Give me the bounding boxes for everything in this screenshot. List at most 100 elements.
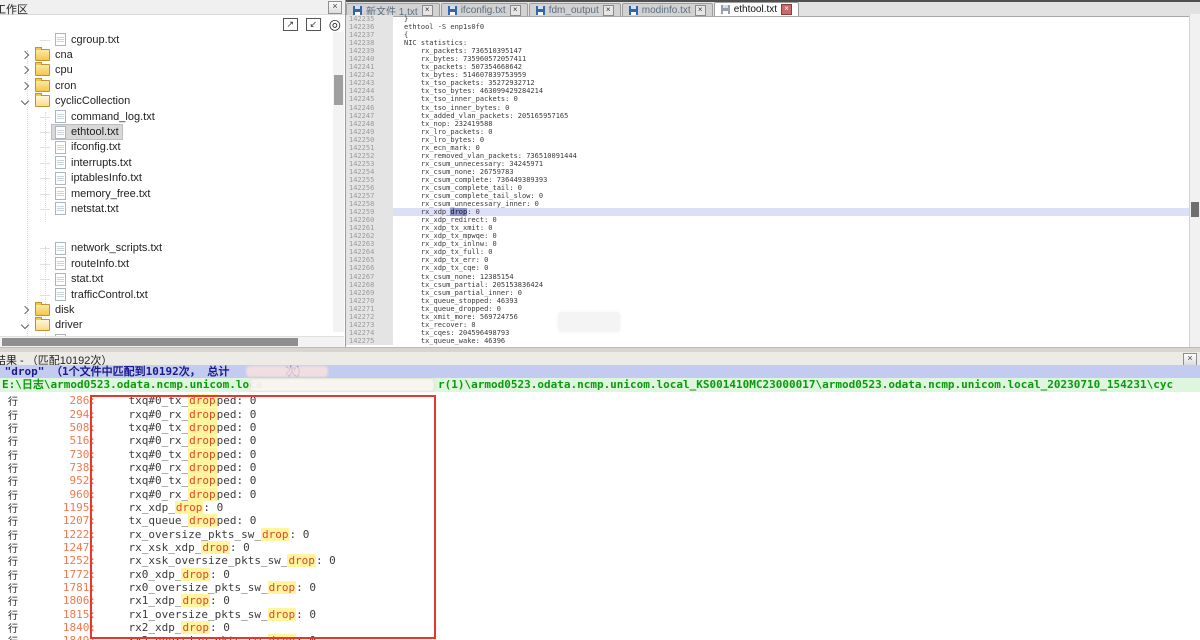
code-line[interactable]: 142243 tx_tso_packets: 35272932712 — [346, 79, 1190, 87]
code-line[interactable]: 142274 tx_cqes: 204596498793 — [346, 329, 1190, 337]
chevron-down-icon[interactable] — [21, 97, 29, 105]
tab-close-icon[interactable]: × — [603, 5, 614, 16]
tree-item-cpu[interactable]: cpu — [0, 63, 330, 78]
result-row-line-1840[interactable]: 行1840: rx2_xdp_drop: 0 — [0, 621, 1200, 634]
code-line[interactable]: 142255 rx_csum_complete: 736449389393 — [346, 176, 1190, 184]
tree-item-routeinfo-txt[interactable]: routeInfo.txt — [0, 256, 330, 271]
result-row-line-730[interactable]: 行730: txq#0_tx_dropped: 0 — [0, 447, 1200, 460]
code-line[interactable]: 142242 tx_bytes: 514607839753959 — [346, 71, 1190, 79]
workspace-close-icon[interactable]: × — [328, 1, 342, 14]
tree-item-ifconfig-txt[interactable]: ifconfig.txt — [0, 140, 330, 155]
result-row-line-1849[interactable]: 行1849: rx2_oversize_pkts_sw_drop: 0 — [0, 634, 1200, 640]
tree-item-memory-free-txt[interactable]: memory_free.txt — [0, 186, 330, 201]
code-line[interactable]: 142235} — [346, 15, 1190, 23]
tree-horizontal-scrollbar[interactable] — [0, 336, 344, 347]
chevron-down-icon[interactable] — [21, 321, 29, 329]
result-row-line-960[interactable]: 行960: rxq#0_rx_dropped: 0 — [0, 487, 1200, 500]
tree-item-command-log-txt[interactable]: command_log.txt — [0, 109, 330, 124]
code-line[interactable]: 142237{ — [346, 31, 1190, 39]
code-line[interactable]: 142246 tx_tso_inner_bytes: 0 — [346, 104, 1190, 112]
result-row-line-294[interactable]: 行294: rxq#0_rx_dropped: 0 — [0, 407, 1200, 420]
chevron-right-icon[interactable] — [21, 82, 29, 90]
code-line[interactable]: 142263 rx_xdp_tx_inlnw: 0 — [346, 240, 1190, 248]
code-line[interactable]: 142239 rx_packets: 736510395147 — [346, 47, 1190, 55]
tab-close-icon[interactable]: × — [781, 4, 792, 15]
result-row-line-516[interactable]: 行516: rxq#0_rx_dropped: 0 — [0, 434, 1200, 447]
code-line[interactable]: 142254 rx_csum_none: 26759783 — [346, 168, 1190, 176]
code-line[interactable]: 142241 tx_packets: 507354668642 — [346, 63, 1190, 71]
code-line[interactable]: 142271 tx_queue_dropped: 0 — [346, 305, 1190, 313]
code-line[interactable]: 142267 tx_csum_none: 12385154 — [346, 273, 1190, 281]
result-row-line-738[interactable]: 行738: rxq#0_rx_dropped: 0 — [0, 461, 1200, 474]
code-line[interactable]: 142250 rx_lro_bytes: 0 — [346, 136, 1190, 144]
chevron-right-icon[interactable] — [21, 51, 29, 59]
tree-item-cycliccollection[interactable]: cyclicCollection — [0, 94, 330, 109]
tree-item-disk[interactable]: disk — [0, 302, 330, 317]
editor-vertical-scrollbar-thumb[interactable] — [1191, 202, 1199, 217]
tree-item-trafficcontrol-txt[interactable]: trafficControl.txt — [0, 287, 330, 302]
code-editor[interactable]: 142235}142236ethtool -S enp1s0f0142237{1… — [346, 15, 1190, 347]
result-file-path-row[interactable]: E:\日志\armod0523.odata.ncmp.unicom.loca r… — [0, 378, 1200, 392]
expand-panel-icon[interactable]: ↗ — [283, 18, 298, 31]
code-line[interactable]: 142266 rx_xdp_tx_cqe: 0 — [346, 264, 1190, 272]
code-line[interactable]: 142244 tx_tso_bytes: 463099429284214 — [346, 87, 1190, 95]
code-line[interactable]: 142257 rx_csum_complete_tail_slow: 0 — [346, 192, 1190, 200]
code-line[interactable]: 142256 rx_csum_complete_tail: 0 — [346, 184, 1190, 192]
code-line[interactable]: 142259 rx_xdp_drop: 0 — [346, 208, 1190, 216]
tree-item-driver[interactable]: driver — [0, 318, 330, 333]
tree-item-stat-txt[interactable]: stat.txt — [0, 271, 330, 286]
search-summary-row[interactable]: 索 "drop" （1个文件中匹配到10192次， 总计次） — [0, 365, 1200, 378]
tree-item-network-scripts-txt[interactable]: network_scripts.txt — [0, 241, 330, 256]
code-line[interactable]: 142247 tx_added_vlan_packets: 2051659571… — [346, 112, 1190, 120]
collapse-panel-icon[interactable]: ↙ — [306, 18, 321, 31]
code-line[interactable]: 142273 tx_recover: 0 — [346, 321, 1190, 329]
tab-close-icon[interactable]: × — [422, 5, 433, 16]
code-line[interactable]: 142236ethtool -S enp1s0f0 — [346, 23, 1190, 31]
result-row-line-952[interactable]: 行952: txq#0_tx_dropped: 0 — [0, 474, 1200, 487]
chevron-right-icon[interactable] — [21, 66, 29, 74]
result-row-line-1247[interactable]: 行1247: rx_xsk_xdp_drop: 0 — [0, 541, 1200, 554]
tree-item-iptablesinfo-txt[interactable]: iptablesInfo.txt — [0, 171, 330, 186]
locate-file-icon[interactable]: ◎ — [329, 17, 341, 31]
tree-item-cron[interactable]: cron — [0, 78, 330, 93]
code-line[interactable]: 142261 rx_xdp_tx_xmit: 0 — [346, 224, 1190, 232]
tree-vertical-scrollbar[interactable] — [333, 32, 344, 332]
result-row-line-1815[interactable]: 行1815: rx1_oversize_pkts_sw_drop: 0 — [0, 608, 1200, 621]
code-line[interactable]: 142275 tx_queue_wake: 46396 — [346, 337, 1190, 345]
code-line[interactable]: 142258 rx_csum_unnecessary_inner: 0 — [346, 200, 1190, 208]
code-line[interactable]: 142268 tx_csum_partial: 205153836424 — [346, 281, 1190, 289]
result-row-line-1806[interactable]: 行1806: rx1_xdp_drop: 0 — [0, 594, 1200, 607]
code-line[interactable]: 142252 rx_removed_vlan_packets: 73651009… — [346, 152, 1190, 160]
code-line[interactable]: 142251 rx_ecn_mark: 0 — [346, 144, 1190, 152]
code-line[interactable]: 142249 rx_lro_packets: 0 — [346, 128, 1190, 136]
code-line[interactable]: 142240 rx_bytes: 735960572057411 — [346, 55, 1190, 63]
result-row-line-1222[interactable]: 行1222: rx_oversize_pkts_sw_drop: 0 — [0, 527, 1200, 540]
result-row-line-286[interactable]: 行286: txq#0_tx_dropped: 0 — [0, 394, 1200, 407]
tree-horizontal-scrollbar-thumb[interactable] — [2, 338, 298, 346]
code-line[interactable]: 142253 rx_csum_unnecessary: 34245971 — [346, 160, 1190, 168]
chevron-right-icon[interactable] — [21, 306, 29, 314]
code-line[interactable]: 142270 tx_queue_stopped: 46393 — [346, 297, 1190, 305]
code-line[interactable]: 142260 rx_xdp_redirect: 0 — [346, 216, 1190, 224]
tab-close-icon[interactable]: × — [695, 5, 706, 16]
tree-item-cna[interactable]: cna — [0, 47, 330, 62]
result-row-line-1781[interactable]: 行1781: rx0_oversize_pkts_sw_drop: 0 — [0, 581, 1200, 594]
result-row-line-1772[interactable]: 行1772: rx0_xdp_drop: 0 — [0, 567, 1200, 580]
tab-ethtool-txt[interactable]: ethtool.txt× — [714, 2, 799, 16]
code-line[interactable]: 142262 rx_xdp_tx_mpwqe: 0 — [346, 232, 1190, 240]
code-line[interactable]: 142245 tx_tso_inner_packets: 0 — [346, 95, 1190, 103]
result-row-line-1195[interactable]: 行1195: rx_xdp_drop: 0 — [0, 501, 1200, 514]
editor-vertical-scrollbar[interactable] — [1189, 14, 1200, 347]
code-line[interactable]: 142248 tx_nop: 232419588 — [346, 120, 1190, 128]
result-row-line-508[interactable]: 行508: txq#0_tx_dropped: 0 — [0, 421, 1200, 434]
code-line[interactable]: 142238NIC statistics: — [346, 39, 1190, 47]
result-row-line-1252[interactable]: 行1252: rx_xsk_oversize_pkts_sw_drop: 0 — [0, 554, 1200, 567]
code-line[interactable]: 142264 rx_xdp_tx_full: 0 — [346, 248, 1190, 256]
code-line[interactable]: 142269 tx_csum_partial_inner: 0 — [346, 289, 1190, 297]
code-line[interactable]: 142265 rx_xdp_tx_err: 0 — [346, 256, 1190, 264]
tree-item-cgroup-txt[interactable]: cgroup.txt — [0, 32, 330, 47]
tree-vertical-scrollbar-thumb[interactable] — [334, 75, 343, 105]
tree-item-netstat-txt[interactable]: netstat.txt — [0, 201, 330, 216]
code-line[interactable]: 142272 tx_xmit_more: 569724756 — [346, 313, 1190, 321]
tree-item-interrupts-txt[interactable]: interrupts.txt — [0, 155, 330, 170]
